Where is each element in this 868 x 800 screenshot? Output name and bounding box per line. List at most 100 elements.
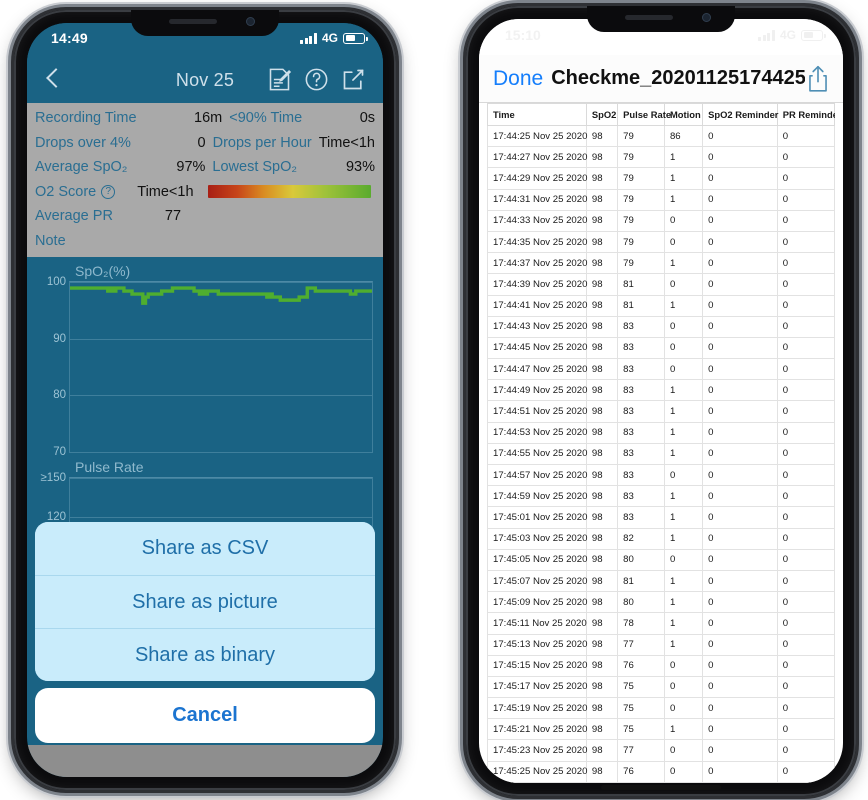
share-as-binary-button[interactable]: Share as binary (35, 628, 375, 681)
table-cell-spo2-reminder: 0 (702, 167, 778, 190)
table-cell-spo2: 98 (585, 209, 619, 232)
stat-label: Drops over 4% (35, 134, 131, 151)
table-cell-spo2-reminder: 0 (702, 379, 778, 402)
stat-row-drops-over-4: Drops over 4% 0 Drops per Hour Time<1h (27, 131, 383, 156)
right-nav-bar: Done Checkme_20201125174425_O... (479, 55, 843, 103)
status-bar-clock: 15:10 (505, 27, 541, 43)
table-cell-pulse-rate: 81 (617, 569, 665, 593)
table-cell-pulse-rate: 83 (617, 315, 665, 338)
table-cell-spo2-reminder: 0 (702, 315, 778, 338)
stat-value: 97% (176, 159, 206, 176)
o2-score-gradient-bar (207, 185, 371, 199)
table-cell-pulse-rate: 76 (617, 654, 665, 677)
stat-row-note[interactable]: Note (27, 229, 383, 254)
home-indicator[interactable] (601, 785, 721, 790)
stat-value-2: Time<1h (318, 134, 375, 151)
done-button[interactable]: Done (493, 67, 543, 91)
table-cell-spo2-reminder: 0 (702, 336, 778, 360)
table-cell-pr-reminder: 0 (776, 675, 835, 699)
note-edit-icon[interactable] (266, 66, 293, 93)
table-cell-time: 17:45:09 Nov 25 2020 (487, 591, 587, 614)
table-cell-time: 17:44:51 Nov 25 2020 (487, 400, 587, 423)
table-cell-motion: 0 (663, 739, 704, 762)
table-cell-pr-reminder: 0 (776, 633, 835, 656)
table-cell-spo2-reminder: 0 (702, 230, 778, 254)
column-header-pulse-rate: Pulse Rate (617, 103, 671, 126)
column-header-time: Time (487, 103, 587, 126)
table-header-row: Time SpO2 Pulse Rate Motion SpO2 Reminde… (487, 103, 835, 126)
share-action-sheet: Share as CSV Share as picture Share as b… (35, 522, 375, 743)
stat-label-2: Drops per Hour (212, 134, 312, 151)
notch (131, 10, 279, 36)
table-cell-time: 17:44:31 Nov 25 2020 (487, 188, 587, 211)
table-row: 17:45:01 Nov 25 2020 98 83 1 0 0 (487, 506, 835, 529)
table-cell-spo2: 98 (585, 569, 619, 593)
spo2-ytick-70: 70 (53, 446, 66, 458)
table-cell-pr-reminder: 0 (776, 167, 835, 190)
csv-table-container[interactable]: Time SpO2 Pulse Rate Motion SpO2 Reminde… (487, 103, 835, 783)
table-row: 17:44:39 Nov 25 2020 98 81 0 0 0 (487, 273, 835, 296)
table-cell-pr-reminder: 0 (776, 718, 835, 741)
table-cell-motion: 1 (663, 485, 704, 508)
table-cell-time: 17:44:57 Nov 25 2020 (487, 463, 587, 487)
share-as-csv-button[interactable]: Share as CSV (35, 522, 375, 575)
table-cell-motion: 1 (663, 506, 704, 529)
table-cell-pr-reminder: 0 (776, 188, 835, 211)
table-cell-time: 17:45:15 Nov 25 2020 (487, 654, 587, 677)
table-cell-spo2-reminder: 0 (702, 421, 778, 444)
right-phone-device: 15:10 4G Done Checkme_20201125174425_O..… (466, 6, 856, 796)
table-row: 17:44:53 Nov 25 2020 98 83 1 0 0 (487, 421, 835, 444)
table-cell-motion: 0 (663, 675, 704, 699)
table-cell-spo2: 98 (585, 760, 619, 783)
table-cell-spo2-reminder: 0 (702, 273, 778, 296)
table-cell-pr-reminder: 0 (776, 548, 835, 571)
table-cell-pr-reminder: 0 (776, 591, 835, 614)
nav-actions (266, 66, 367, 93)
table-row: 17:44:49 Nov 25 2020 98 83 1 0 0 (487, 379, 835, 402)
table-cell-pulse-rate: 83 (617, 421, 665, 444)
status-bar-indicators: 4G (758, 28, 826, 42)
table-cell-time: 17:45:11 Nov 25 2020 (487, 612, 587, 635)
notch (587, 6, 735, 32)
table-cell-spo2: 98 (585, 612, 619, 635)
table-cell-spo2-reminder: 0 (702, 124, 778, 148)
table-cell-time: 17:44:39 Nov 25 2020 (487, 273, 587, 296)
stat-value-2: 93% (345, 159, 376, 176)
table-cell-pulse-rate: 79 (617, 252, 665, 275)
table-cell-spo2: 98 (585, 336, 619, 360)
table-cell-motion: 0 (663, 315, 704, 338)
share-as-picture-button[interactable]: Share as picture (35, 575, 375, 628)
column-header-motion: Motion (663, 103, 704, 126)
share-export-icon[interactable] (340, 66, 367, 93)
table-cell-spo2: 98 (585, 167, 619, 190)
table-cell-spo2-reminder: 0 (702, 252, 778, 275)
table-cell-motion: 0 (663, 697, 704, 720)
table-cell-motion: 0 (663, 273, 704, 296)
table-row: 17:44:57 Nov 25 2020 98 83 0 0 0 (487, 463, 835, 487)
share-export-icon[interactable] (805, 64, 831, 94)
table-row: 17:45:09 Nov 25 2020 98 80 1 0 0 (487, 591, 835, 614)
stat-value-2: 0s (359, 110, 376, 127)
cancel-button[interactable]: Cancel (35, 688, 375, 743)
column-header-spo2-reminder: SpO2 Reminder (702, 103, 778, 126)
table-cell-pr-reminder: 0 (776, 739, 835, 762)
table-cell-motion: 0 (663, 230, 704, 254)
chevron-left-icon[interactable] (45, 67, 59, 91)
question-mark-circle-icon[interactable]: ? (101, 184, 116, 199)
table-cell-motion: 0 (663, 654, 704, 677)
table-cell-spo2-reminder: 0 (702, 718, 778, 741)
table-cell-spo2: 98 (585, 252, 619, 275)
spo2-chart-block: SpO₂(%) 100 90 80 70 (27, 263, 383, 458)
table-cell-motion: 1 (663, 633, 704, 656)
table-cell-motion: 0 (663, 209, 704, 232)
question-mark-circle-icon[interactable] (303, 66, 330, 93)
table-cell-pr-reminder: 0 (776, 654, 835, 677)
table-cell-spo2-reminder: 0 (702, 463, 778, 487)
table-cell-pulse-rate: 75 (617, 697, 665, 720)
table-cell-motion: 1 (663, 718, 704, 741)
table-cell-spo2: 98 (585, 188, 619, 211)
table-cell-pulse-rate: 83 (617, 400, 665, 423)
table-cell-spo2-reminder: 0 (702, 675, 778, 699)
table-cell-time: 17:45:07 Nov 25 2020 (487, 569, 587, 593)
stat-value: 77 (164, 208, 182, 225)
